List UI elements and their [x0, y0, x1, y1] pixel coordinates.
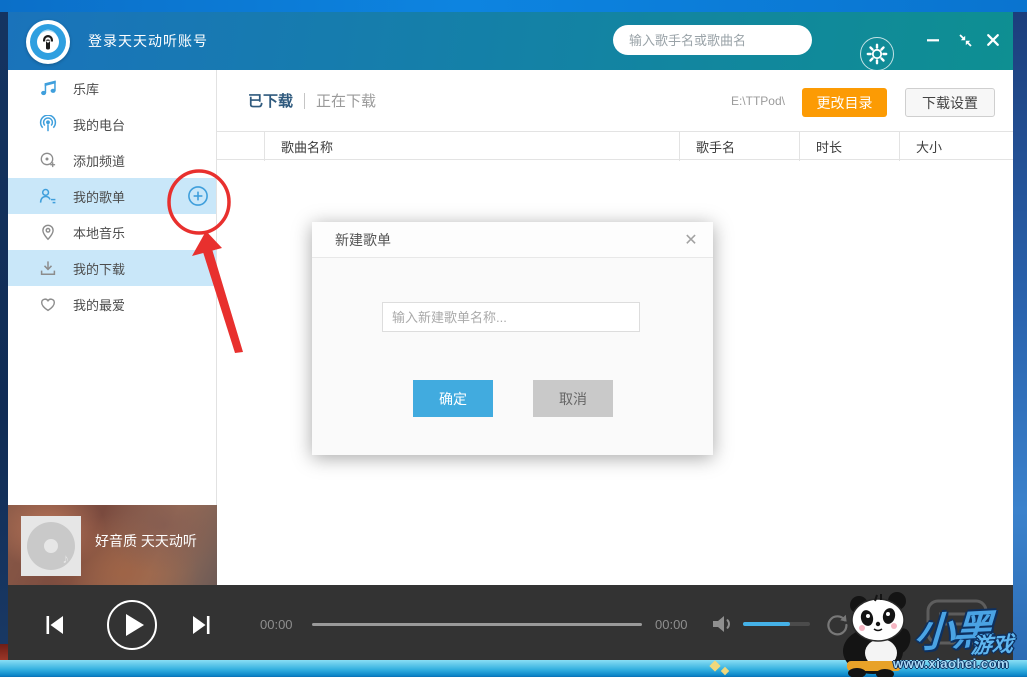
desktop-background: 登录天天动听账号 输入歌手名或歌曲名 乐库 我的电台 添加频道 我的歌单 本地音…	[0, 0, 1027, 677]
column-duration: 时长	[799, 132, 899, 161]
now-playing-panel: ♪ 好音质 天天动听	[8, 505, 217, 585]
elapsed-time: 00:00	[260, 617, 293, 632]
playlist-name-input[interactable]	[382, 302, 640, 332]
previous-track-button[interactable]	[44, 614, 66, 636]
sidebar-item-local-music[interactable]: 本地音乐	[8, 214, 216, 250]
sidebar-item-label: 我的歌单	[73, 189, 126, 205]
play-button[interactable]	[107, 600, 157, 650]
next-track-button[interactable]	[190, 614, 212, 636]
sidebar-item-label: 我的下载	[73, 261, 126, 277]
column-index	[217, 132, 264, 161]
dialog-title: 新建歌单	[335, 231, 391, 248]
volume-button[interactable]	[710, 613, 738, 635]
person-playlist-icon	[38, 186, 58, 206]
desktop-left-strip	[0, 12, 8, 677]
headphone-glyph	[43, 35, 53, 50]
playlist-panel-button[interactable]	[925, 598, 989, 646]
close-button[interactable]	[980, 30, 1006, 50]
add-playlist-button[interactable]	[187, 185, 209, 207]
sidebar-item-my-radio[interactable]: 我的电台	[8, 106, 216, 142]
now-playing-caption: 好音质 天天动听	[95, 533, 197, 549]
sidebar-item-music-library[interactable]: 乐库	[8, 70, 216, 106]
sidebar-item-my-downloads[interactable]: 我的下载	[8, 250, 216, 286]
download-tabs: 已下载 正在下载	[248, 70, 376, 131]
titlebar: 登录天天动听账号	[8, 12, 1013, 71]
cancel-button[interactable]: 取消	[533, 380, 613, 417]
volume-slider[interactable]	[743, 622, 810, 626]
playlist-icon	[926, 599, 988, 645]
minimize-button[interactable]	[920, 30, 946, 50]
column-artist: 歌手名	[679, 132, 799, 161]
login-account-link[interactable]: 登录天天动听账号	[88, 12, 208, 70]
gear-icon	[866, 43, 888, 65]
sidebar-item-label: 添加频道	[73, 153, 126, 169]
sidebar-item-add-channel[interactable]: 添加频道	[8, 142, 216, 178]
heart-icon	[38, 294, 58, 314]
total-time: 00:00	[655, 617, 688, 632]
desktop-bottom-strip	[0, 660, 1027, 677]
tab-downloading[interactable]: 正在下载	[316, 90, 376, 111]
loop-icon	[827, 614, 848, 636]
volume-fill	[743, 622, 790, 626]
sidebar-item-my-playlists[interactable]: 我的歌单	[8, 178, 216, 214]
next-icon	[193, 616, 210, 634]
sidebar-item-label: 我的电台	[73, 117, 126, 133]
download-path: E:\TTPod\	[730, 93, 785, 108]
speaker-icon	[713, 616, 730, 632]
settings-button[interactable]	[860, 37, 894, 71]
sidebar-item-label: 我的最爱	[73, 297, 126, 313]
ttpod-logo-icon	[26, 20, 70, 64]
progress-bar[interactable]	[312, 623, 642, 626]
add-channel-icon	[38, 150, 58, 170]
desktop-right-strip	[1013, 12, 1027, 677]
downloads-header: 已下载 正在下载 E:\TTPod\ 更改目录 下载设置	[217, 70, 1013, 131]
sidebar-item-label: 本地音乐	[73, 225, 126, 241]
search-box[interactable]	[613, 25, 812, 55]
close-icon	[987, 34, 999, 46]
new-playlist-dialog: 新建歌单 ✕ 确定 取消	[312, 222, 713, 455]
desktop-top-strip	[0, 0, 1027, 12]
change-directory-button[interactable]: 更改目录	[802, 88, 887, 117]
column-size: 大小	[899, 132, 1013, 161]
search-input[interactable]	[629, 32, 805, 48]
player-bar: 00:00 00:00	[8, 585, 1013, 660]
tab-downloaded[interactable]: 已下载	[248, 90, 293, 111]
play-icon	[125, 614, 144, 636]
repeat-mode-button[interactable]	[824, 612, 850, 638]
column-song-name: 歌曲名称	[264, 132, 679, 161]
radio-broadcast-icon	[38, 114, 58, 134]
shrink-arrows-icon	[958, 33, 972, 47]
table-header: 歌曲名称 歌手名 时长 大小	[217, 131, 1013, 161]
location-pin-icon	[38, 222, 58, 242]
previous-icon	[46, 616, 63, 634]
album-art-placeholder: ♪	[21, 516, 81, 576]
plus-circle-icon	[188, 186, 208, 206]
mini-mode-button[interactable]	[952, 30, 978, 50]
download-icon	[38, 258, 58, 278]
dialog-titlebar: 新建歌单 ✕	[312, 222, 713, 258]
minimize-icon	[927, 39, 939, 42]
tab-divider	[304, 92, 306, 109]
confirm-button[interactable]: 确定	[413, 380, 493, 417]
download-settings-button[interactable]: 下载设置	[905, 88, 995, 117]
disc-icon: ♪	[27, 522, 75, 570]
sidebar-item-my-favorites[interactable]: 我的最爱	[8, 286, 216, 322]
dialog-close-icon[interactable]: ✕	[679, 228, 703, 252]
music-notes-icon	[38, 78, 58, 98]
sidebar-item-label: 乐库	[73, 81, 100, 97]
